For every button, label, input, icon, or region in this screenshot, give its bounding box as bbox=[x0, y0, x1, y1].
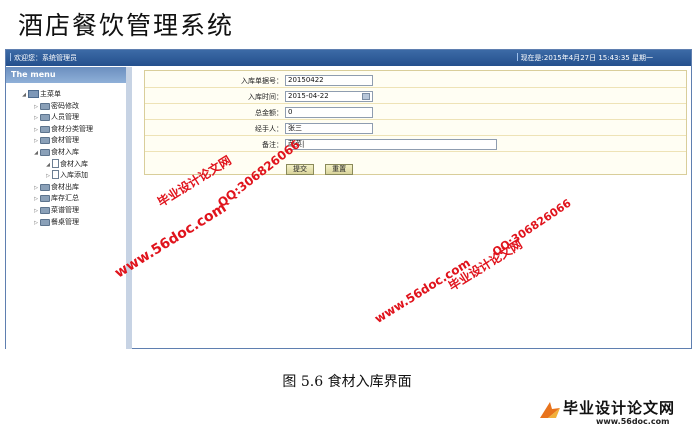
menu-tree: ◢ 主菜单 ▷ 密码修改 ▷ 人员管理 ▷ 食材分类管理 ▷ 食材管理 ◢ 食材入库 ◢ 食材… bbox=[6, 83, 126, 228]
tree-item-label: 食材管理 bbox=[51, 136, 79, 145]
tree-item-tables[interactable]: ▷ 餐桌管理 bbox=[6, 217, 126, 229]
divider bbox=[516, 53, 518, 61]
tree-item-stock-in-add[interactable]: ▷ 入库添加 bbox=[6, 170, 126, 182]
tree-item-label: 食材分类管理 bbox=[51, 124, 93, 133]
tree-item-label: 餐桌管理 bbox=[51, 217, 79, 226]
remarks-input[interactable]: 蔬菜| bbox=[285, 139, 497, 150]
tree-item-label: 入库添加 bbox=[60, 171, 88, 180]
welcome-text: 欢迎您：系统管理员 bbox=[10, 53, 77, 63]
tree-item-main-menu[interactable]: ◢ 主菜单 bbox=[6, 89, 126, 101]
figure-caption: 图 5.6 食材入库界面 bbox=[282, 374, 412, 390]
folder-icon bbox=[28, 90, 39, 98]
clock-text: 现在是:2015年4月27日 15:43:35 星期一 bbox=[516, 53, 653, 63]
tree-item-label: 主菜单 bbox=[40, 90, 61, 98]
form-row-remarks: 备注： 蔬菜| bbox=[145, 137, 686, 152]
field-label: 总金额： bbox=[255, 109, 283, 117]
site-logo: 毕业设计论文网 www.56doc.com bbox=[538, 396, 688, 430]
submit-button[interactable]: 提交 bbox=[286, 164, 314, 175]
folder-icon bbox=[40, 125, 50, 133]
divider bbox=[10, 53, 11, 61]
field-label: 备注： bbox=[262, 141, 283, 149]
folder-icon bbox=[40, 183, 50, 191]
logo-text: 毕业设计论文网 bbox=[563, 399, 676, 417]
tree-item-stock-out[interactable]: ▷ 食材出库 bbox=[6, 182, 126, 194]
stock-in-date-input[interactable]: 2015-04-22 bbox=[285, 91, 373, 102]
tree-item-label: 食材入库 bbox=[60, 159, 88, 168]
top-status-bar: 欢迎您：系统管理员 现在是:2015年4月27日 15:43:35 星期一 bbox=[6, 50, 691, 66]
menu-header: The menu bbox=[6, 67, 126, 83]
logo-url: www.56doc.com bbox=[596, 417, 670, 426]
tree-item-category[interactable]: ▷ 食材分类管理 bbox=[6, 124, 126, 136]
tree-item-label: 人员管理 bbox=[51, 113, 79, 122]
sidebar: The menu ◢ 主菜单 ▷ 密码修改 ▷ 人员管理 ▷ 食材分类管理 ▷ 食材管理 … bbox=[6, 67, 132, 349]
folder-icon bbox=[40, 114, 50, 122]
form-row-handler: 经手人： 张三 bbox=[145, 121, 686, 136]
field-label: 入库时间： bbox=[248, 93, 283, 101]
logo-mark-icon bbox=[540, 402, 560, 418]
tree-item-recipes[interactable]: ▷ 菜谱管理 bbox=[6, 205, 126, 217]
reset-button[interactable]: 重置 bbox=[325, 164, 354, 175]
field-label: 入库单据号： bbox=[241, 77, 283, 85]
folder-icon bbox=[40, 137, 50, 145]
folder-icon bbox=[40, 195, 50, 203]
calendar-icon[interactable] bbox=[362, 93, 370, 100]
app-window: 欢迎您：系统管理员 现在是:2015年4月27日 15:43:35 星期一 Th… bbox=[5, 49, 692, 349]
form-row-receipt-no: 入库单据号： 20150422 bbox=[145, 73, 686, 88]
date-value: 2015-04-22 bbox=[288, 92, 329, 100]
total-amount-input[interactable]: 0 bbox=[285, 107, 373, 118]
tree-item-label: 菜谱管理 bbox=[51, 205, 79, 214]
tree-item-label: 食材入库 bbox=[51, 147, 79, 156]
tree-item-label: 食材出库 bbox=[51, 182, 79, 191]
tree-item-ingredients[interactable]: ▷ 食材管理 bbox=[6, 135, 126, 147]
tree-item-staff[interactable]: ▷ 人员管理 bbox=[6, 112, 126, 124]
folder-icon bbox=[40, 218, 50, 226]
field-label: 经手人： bbox=[255, 125, 283, 133]
app-title: 酒店餐饮管理系统 bbox=[18, 11, 235, 40]
tree-item-label: 库存汇总 bbox=[51, 194, 79, 203]
tree-item-stock-in[interactable]: ◢ 食材入库 bbox=[6, 147, 126, 159]
form-actions: 提交 重置 bbox=[286, 156, 359, 175]
page-icon bbox=[52, 170, 59, 180]
form-row-time: 入库时间： 2015-04-22 bbox=[145, 89, 686, 104]
folder-icon bbox=[40, 206, 50, 214]
receipt-number-input[interactable]: 20150422 bbox=[285, 75, 373, 86]
clock-label: 现在是:2015年4月27日 15:43:35 星期一 bbox=[520, 54, 653, 62]
form-row-total: 总金额： 0 bbox=[145, 105, 686, 120]
handler-input[interactable]: 张三 bbox=[285, 123, 373, 134]
page-icon bbox=[52, 158, 59, 168]
tree-item-password[interactable]: ▷ 密码修改 bbox=[6, 101, 126, 113]
tree-item-stock-in-list[interactable]: ◢ 食材入库 bbox=[6, 158, 126, 171]
welcome-label: 欢迎您：系统管理员 bbox=[14, 54, 77, 62]
tree-item-label: 密码修改 bbox=[51, 101, 79, 110]
folder-icon bbox=[40, 102, 50, 110]
tree-item-inventory[interactable]: ▷ 库存汇总 bbox=[6, 193, 126, 205]
folder-icon bbox=[40, 148, 50, 156]
expand-toggle-icon[interactable]: ▷ bbox=[32, 218, 40, 230]
